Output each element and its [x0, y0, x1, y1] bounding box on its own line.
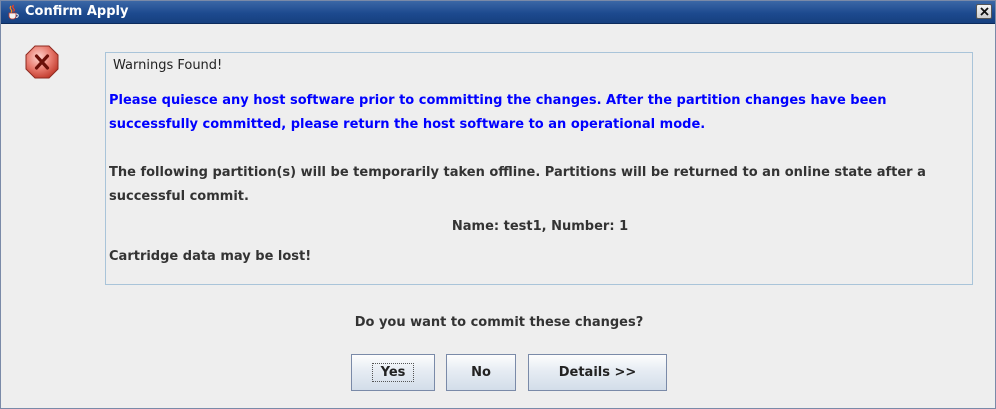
no-button[interactable]: No [446, 354, 516, 391]
details-button[interactable]: Details >> [528, 354, 667, 391]
yes-button-label: Yes [372, 363, 414, 382]
quiesce-warning-text: Please quiesce any host software prior t… [109, 93, 887, 132]
commit-question: Do you want to commit these changes? [354, 315, 644, 330]
java-cup-icon [5, 4, 21, 20]
warnings-header: Warnings Found! [111, 58, 225, 74]
title-bar[interactable]: Confirm Apply [1, 1, 995, 24]
close-icon [980, 7, 989, 16]
partition-info: Name: test1, Number: 1 [451, 219, 629, 234]
close-button[interactable] [976, 4, 992, 19]
cartridge-warning-text: Cartridge data may be lost! [109, 249, 312, 264]
confirm-apply-dialog: Confirm Apply Warnings Found! Please qui… [0, 0, 996, 409]
window-title: Confirm Apply [25, 4, 129, 19]
offline-partition-text: The following partition(s) will be tempo… [109, 165, 926, 204]
error-icon [25, 45, 59, 79]
yes-button[interactable]: Yes [351, 354, 435, 391]
